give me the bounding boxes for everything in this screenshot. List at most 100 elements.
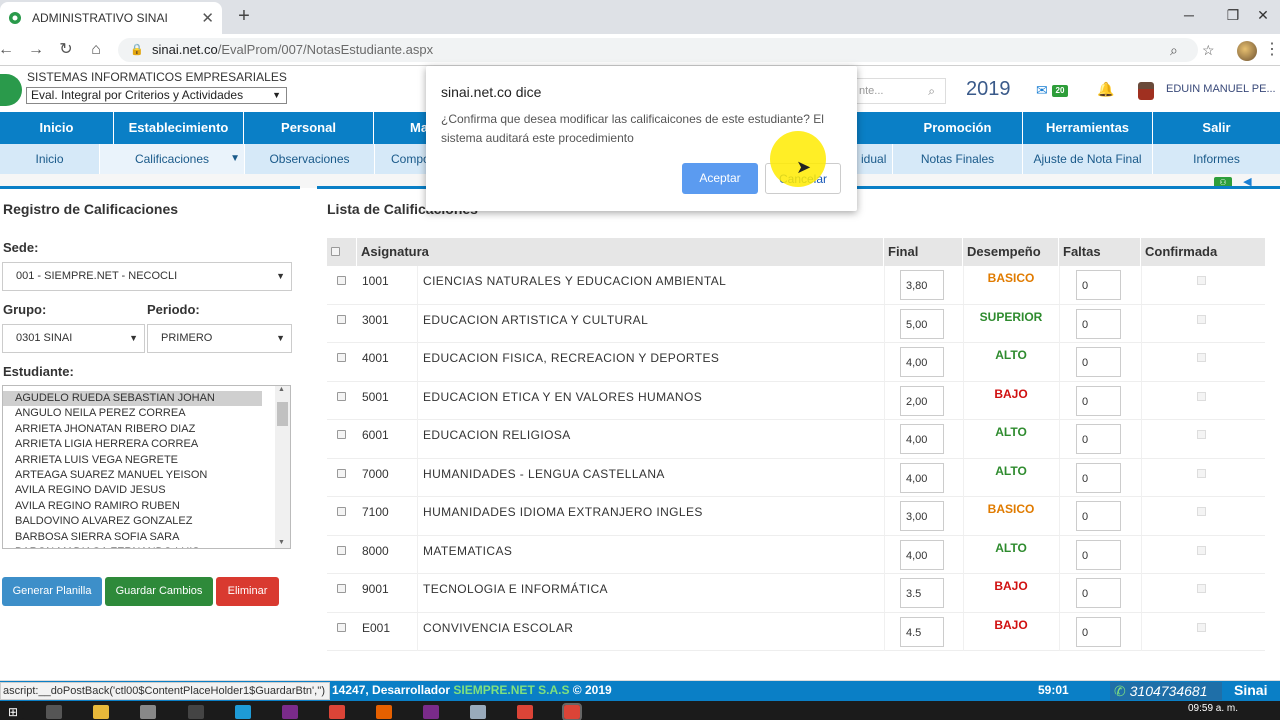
skype-icon[interactable]	[235, 705, 251, 719]
whatsapp-contact[interactable]: ✆ 3104734681	[1110, 682, 1222, 700]
reload-icon[interactable]: ↻	[54, 38, 78, 62]
user-name[interactable]: EDUIN MANUEL PE...	[1166, 83, 1276, 95]
confirmada-checkbox[interactable]	[1197, 507, 1206, 516]
final-grade-input[interactable]: 5,00	[900, 308, 944, 339]
back-icon[interactable]: ←	[0, 38, 18, 62]
faltas-input[interactable]: 0	[1076, 308, 1121, 339]
chrome-2-icon[interactable]	[517, 705, 533, 719]
final-grade-input[interactable]: 4,00	[900, 424, 944, 454]
nav-herramientas[interactable]: Herramientas	[1023, 112, 1153, 144]
subnav-observaciones[interactable]: Observaciones	[245, 144, 375, 174]
task-view-icon[interactable]	[46, 705, 62, 719]
file-explorer-icon[interactable]	[93, 705, 109, 719]
nav-establecimiento[interactable]: Establecimiento	[114, 112, 244, 144]
tab-close-icon[interactable]: ✕	[201, 9, 214, 27]
scroll-down-icon[interactable]: ▼	[278, 539, 285, 546]
scroll-up-icon[interactable]: ▲	[278, 386, 285, 393]
row-checkbox[interactable]	[337, 584, 346, 593]
faltas-input[interactable]: 0	[1076, 385, 1121, 416]
accept-button[interactable]: Aceptar	[682, 163, 758, 194]
snipping-tool-icon[interactable]	[188, 705, 204, 719]
faltas-input[interactable]: 0	[1076, 539, 1121, 570]
final-grade-input[interactable]: 3,80	[900, 270, 944, 300]
new-tab-icon[interactable]: +	[232, 4, 256, 28]
grupo-select[interactable]: 0301 SINAI ▼	[2, 324, 145, 353]
confirmada-checkbox[interactable]	[1197, 353, 1206, 362]
subnav-informes[interactable]: Informes	[1153, 144, 1280, 174]
row-checkbox[interactable]	[337, 276, 346, 285]
calculator-icon[interactable]	[140, 705, 156, 719]
row-checkbox[interactable]	[337, 507, 346, 516]
confirmada-checkbox[interactable]	[1197, 584, 1206, 593]
student-option[interactable]: ARTEAGA SUAREZ MANUEL YEISON	[3, 468, 290, 483]
final-grade-input[interactable]: 3.5	[900, 578, 944, 608]
window-close-icon[interactable]: ✕	[1248, 4, 1278, 26]
student-list-scrollbar[interactable]: ▲ ▼	[275, 386, 290, 548]
app-icon[interactable]	[470, 705, 486, 719]
confirmada-checkbox[interactable]	[1197, 314, 1206, 324]
nav-promocion[interactable]: Promoción	[893, 112, 1023, 144]
scrollbar-thumb[interactable]	[277, 402, 288, 426]
url-bar[interactable]: 🔒 sinai.net.co/EvalProm/007/NotasEstudia…	[118, 38, 1215, 62]
confirmada-checkbox[interactable]	[1197, 276, 1206, 285]
home-icon[interactable]: ⌂	[84, 38, 108, 62]
school-year[interactable]: 2019	[966, 78, 1011, 101]
search-icon[interactable]: ⌕	[928, 79, 935, 103]
student-option[interactable]: AVILA REGINO DAVID JESUS	[3, 483, 290, 498]
student-option[interactable]: BALDOVINO ALVAREZ GONZALEZ	[3, 514, 290, 529]
student-option[interactable]: AVILA REGINO RAMIRO RUBEN	[3, 499, 290, 514]
periodo-select[interactable]: PRIMERO ▼	[147, 324, 292, 353]
row-checkbox[interactable]	[337, 622, 346, 632]
browser-tab[interactable]: ADMINISTRATIVO SINAI ✕	[0, 2, 222, 34]
final-grade-input[interactable]: 4.5	[900, 616, 944, 647]
student-option[interactable]: BARON MADIAGA FERNANDO LUIS	[3, 545, 290, 548]
zoom-icon[interactable]: ⌕	[1170, 38, 1178, 62]
onenote-2-icon[interactable]	[423, 705, 439, 719]
user-avatar[interactable]	[1138, 82, 1154, 100]
student-listbox[interactable]: AGUDELO RUEDA SEBASTIAN JOHAN ANGULO NEIL…	[2, 385, 291, 549]
row-checkbox[interactable]	[337, 314, 346, 324]
bell-icon[interactable]: 🔔	[1097, 81, 1114, 98]
student-option[interactable]: ANGULO NEILA PEREZ CORREA	[3, 406, 290, 421]
row-checkbox[interactable]	[337, 353, 346, 362]
maximize-icon[interactable]: ❐	[1218, 4, 1248, 26]
student-option[interactable]: ARRIETA JHONATAN RIBERO DIAZ	[3, 422, 290, 437]
mail-icon[interactable]: ✉	[1036, 82, 1048, 99]
confirmada-checkbox[interactable]	[1197, 545, 1206, 555]
final-grade-input[interactable]: 3,00	[900, 501, 944, 531]
profile-avatar[interactable]	[1237, 41, 1257, 61]
faltas-input[interactable]: 0	[1076, 462, 1121, 493]
browser-menu-icon[interactable]: ⋮	[1264, 38, 1280, 62]
confirmada-checkbox[interactable]	[1197, 430, 1206, 439]
confirmada-checkbox[interactable]	[1197, 391, 1206, 401]
forward-icon[interactable]: →	[24, 38, 48, 62]
confirmada-checkbox[interactable]	[1197, 468, 1206, 478]
faltas-input[interactable]: 0	[1076, 270, 1121, 300]
bookmark-star-icon[interactable]: ☆	[1202, 38, 1215, 62]
student-option[interactable]: ARRIETA LIGIA HERRERA CORREA	[3, 437, 290, 452]
student-option[interactable]: ARRIETA LUIS VEGA NEGRETE	[3, 453, 290, 468]
firefox-icon[interactable]	[376, 705, 392, 719]
subnav-calificaciones[interactable]: Calificaciones ▼	[100, 144, 245, 174]
student-option[interactable]: BARBOSA SIERRA SOFIA SARA	[3, 530, 290, 545]
minimize-icon[interactable]: ─	[1174, 4, 1204, 26]
eliminar-button[interactable]: Eliminar	[216, 577, 279, 606]
faltas-input[interactable]: 0	[1076, 424, 1121, 454]
row-checkbox[interactable]	[337, 468, 346, 478]
nav-salir[interactable]: Salir	[1153, 112, 1280, 144]
faltas-input[interactable]: 0	[1076, 501, 1121, 531]
footer-brand[interactable]: SIEMPRE.NET S.A.S	[453, 683, 569, 697]
final-grade-input[interactable]: 2,00	[900, 385, 944, 416]
faltas-input[interactable]: 0	[1076, 616, 1121, 647]
chrome-icon[interactable]	[329, 705, 345, 719]
final-grade-input[interactable]: 4,00	[900, 347, 944, 377]
final-grade-input[interactable]: 4,00	[900, 539, 944, 570]
faltas-input[interactable]: 0	[1076, 578, 1121, 608]
windows-start-icon[interactable]: ⊞	[8, 705, 24, 719]
select-all-checkbox[interactable]	[331, 247, 340, 256]
confirmada-checkbox[interactable]	[1197, 622, 1206, 632]
row-checkbox[interactable]	[337, 545, 346, 555]
subnav-ajuste-nota-final[interactable]: Ajuste de Nota Final	[1023, 144, 1153, 174]
faltas-input[interactable]: 0	[1076, 347, 1121, 377]
final-grade-input[interactable]: 4,00	[900, 462, 944, 493]
